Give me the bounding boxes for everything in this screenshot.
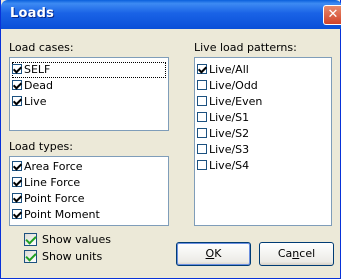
list-item-label: Point Force <box>24 192 85 205</box>
list-item-label: Point Moment <box>24 208 100 221</box>
loads-dialog: Loads ✕ Load cases: SELF Dead Live Load … <box>0 0 341 279</box>
list-item-label: Live/All <box>209 63 249 76</box>
pattern-item-live-s3[interactable]: Live/S3 <box>197 142 249 158</box>
show-values-checkbox[interactable] <box>24 233 37 246</box>
pattern-item-live-s1[interactable]: Live/S1 <box>197 110 249 126</box>
list-item-label: Live/S2 <box>209 127 250 140</box>
checkbox[interactable] <box>12 177 22 187</box>
checkbox[interactable] <box>12 96 22 106</box>
checkbox[interactable] <box>12 161 22 171</box>
list-item-label: Area Force <box>24 160 83 173</box>
show-values-label[interactable]: Show values <box>42 233 111 246</box>
ok-label-rest: K <box>214 247 222 260</box>
show-units-checkbox[interactable] <box>24 250 37 263</box>
list-item-label: Live/S4 <box>209 159 250 172</box>
load-type-item-point-moment[interactable]: Point Moment <box>12 207 100 223</box>
show-units-label[interactable]: Show units <box>42 250 102 263</box>
checkbox[interactable] <box>12 209 22 219</box>
load-type-item-point-force[interactable]: Point Force <box>12 191 85 207</box>
cancel-label-prefix: Ca <box>277 247 293 260</box>
ok-mnemonic: O <box>205 247 215 260</box>
load-type-item-area-force[interactable]: Area Force <box>12 159 83 175</box>
checkbox[interactable] <box>12 64 22 74</box>
load-cases-list[interactable]: SELF Dead Live <box>9 57 169 131</box>
checkbox[interactable] <box>197 80 207 90</box>
list-item-label: Live/S3 <box>209 143 250 156</box>
list-item-label: Live/Odd <box>209 79 258 92</box>
checkbox[interactable] <box>197 64 207 74</box>
pattern-item-live-odd[interactable]: Live/Odd <box>197 78 258 94</box>
checkbox[interactable] <box>12 193 22 203</box>
live-load-patterns-list[interactable]: Live/All Live/Odd Live/Even Live/S1 Live… <box>194 57 332 226</box>
checkbox[interactable] <box>197 112 207 122</box>
list-item-label: Dead <box>24 79 53 92</box>
load-case-item-live[interactable]: Live <box>12 94 46 110</box>
checkbox[interactable] <box>197 128 207 138</box>
live-load-patterns-label: Live load patterns: <box>194 41 297 54</box>
load-case-item-self[interactable]: SELF <box>12 62 166 78</box>
list-item-label: Live/S1 <box>209 111 250 124</box>
pattern-item-live-s2[interactable]: Live/S2 <box>197 126 249 142</box>
load-types-label: Load types: <box>9 140 73 153</box>
list-item-label: Live/Even <box>209 95 263 108</box>
checkbox[interactable] <box>197 160 207 170</box>
close-icon: ✕ <box>327 7 339 22</box>
close-button[interactable]: ✕ <box>323 5 341 25</box>
ok-button[interactable]: OK <box>176 242 251 266</box>
list-item-label: Live <box>24 95 47 108</box>
pattern-item-live-even[interactable]: Live/Even <box>197 94 262 110</box>
title-bar[interactable]: Loads ✕ <box>1 0 341 29</box>
checkbox[interactable] <box>12 80 22 90</box>
list-item-label: SELF <box>24 63 51 76</box>
load-case-item-dead[interactable]: Dead <box>12 78 53 94</box>
load-cases-label: Load cases: <box>9 41 74 54</box>
cancel-button[interactable]: Cancel <box>259 242 334 266</box>
pattern-item-live-s4[interactable]: Live/S4 <box>197 158 249 174</box>
checkbox[interactable] <box>197 144 207 154</box>
pattern-item-live-all[interactable]: Live/All <box>197 62 249 78</box>
cancel-label-rest: cel <box>299 247 316 260</box>
load-type-item-line-force[interactable]: Line Force <box>12 175 80 191</box>
checkbox[interactable] <box>197 96 207 106</box>
dialog-title: Loads <box>10 6 55 21</box>
load-types-list[interactable]: Area Force Line Force Point Force Point … <box>9 156 169 226</box>
list-item-label: Line Force <box>24 176 81 189</box>
